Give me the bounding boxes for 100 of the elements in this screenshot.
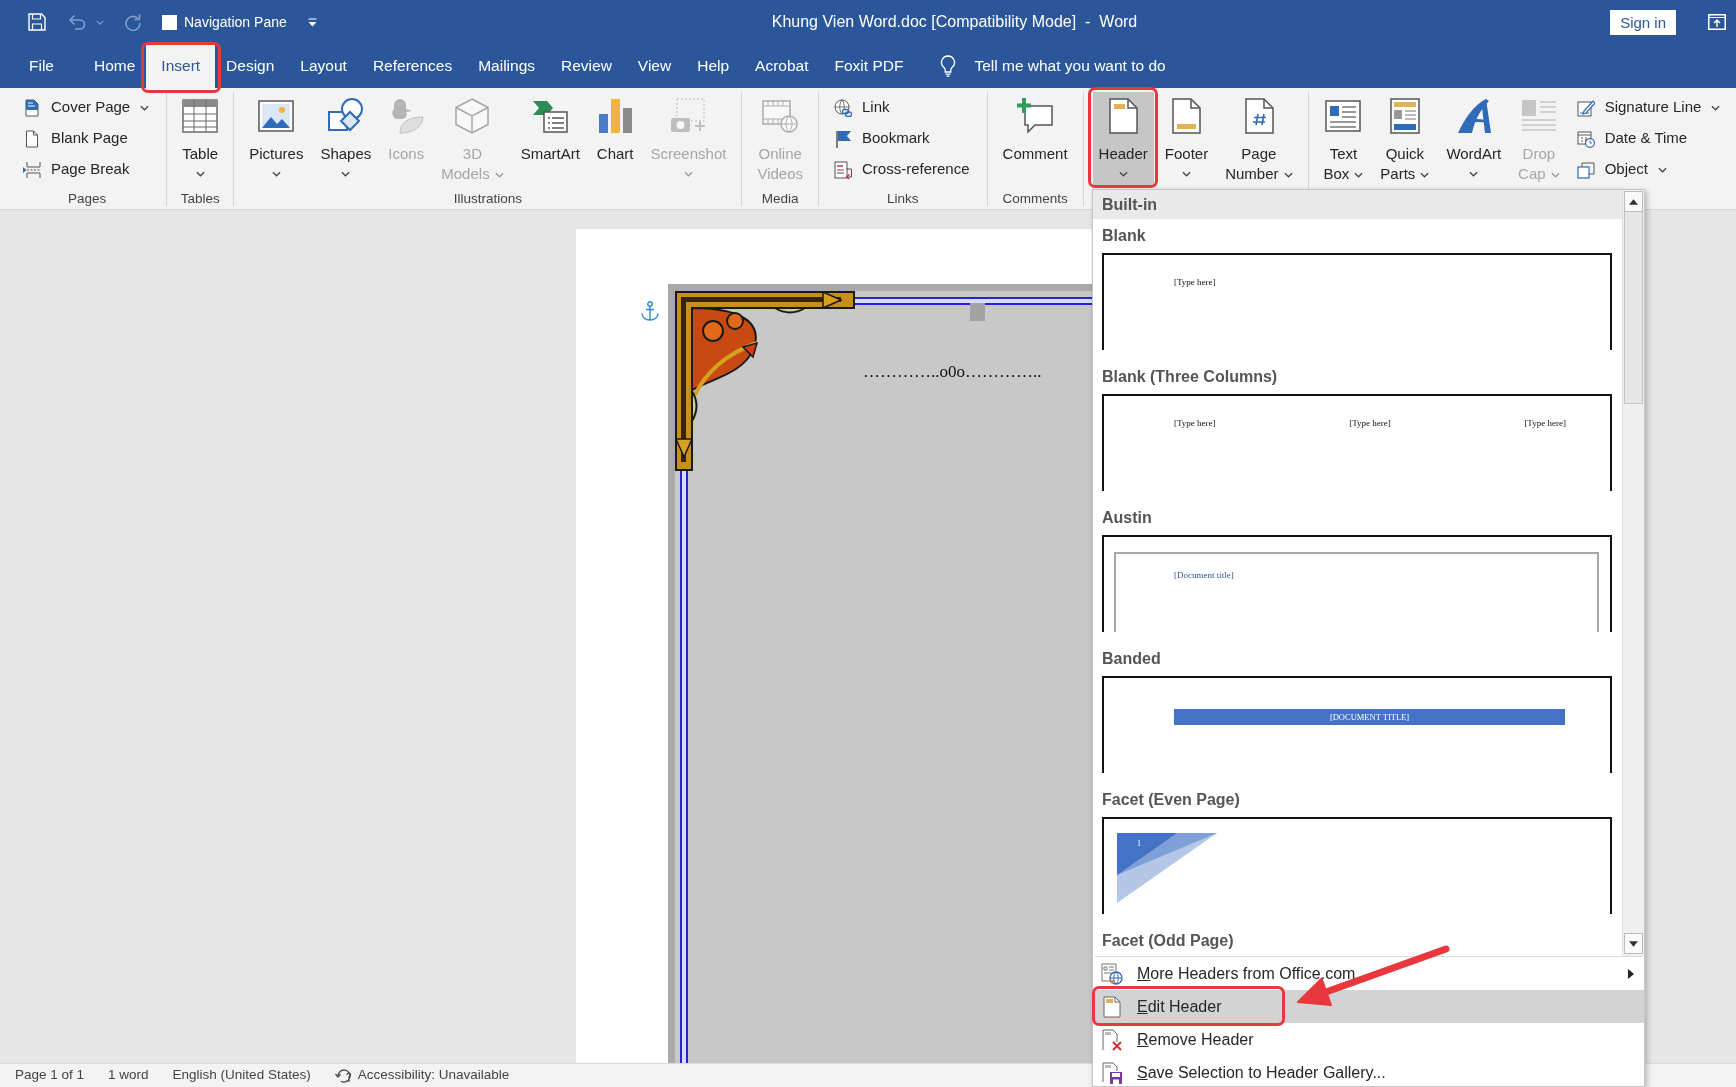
checkbox[interactable]: [162, 14, 177, 30]
placeholder-text: [Type here]: [1524, 418, 1566, 429]
group-label: Pages: [66, 190, 108, 208]
header-preview[interactable]: [Type here]: [1102, 253, 1612, 350]
ribbon-tab[interactable]: File: [24, 44, 59, 88]
status-text: Accessibility: Unavailable: [357, 1066, 510, 1085]
ribbon-button[interactable]: Link: [828, 92, 978, 123]
down-arrow-icon: [1629, 940, 1638, 947]
pen-icon: [1576, 98, 1595, 117]
accessibility-icon: [334, 1067, 353, 1084]
caret-icon[interactable]: [96, 19, 104, 25]
bar-chart-icon: [597, 98, 634, 134]
ribbon-button[interactable]: Bookmark: [828, 123, 978, 154]
ribbon-button[interactable]: Cover Page: [17, 92, 158, 123]
ribbon-button[interactable]: Signature Line: [1570, 92, 1729, 123]
anchor-icon: [641, 301, 659, 321]
group-label: Illustrations: [452, 190, 523, 208]
customize-icon[interactable]: [307, 17, 317, 27]
header-preview[interactable]: [Type here] [Type here] [Type here]: [1102, 394, 1612, 491]
scrollbar[interactable]: [1622, 190, 1644, 956]
ribbon-button[interactable]: Chart: [590, 92, 640, 186]
object-icon: [1576, 160, 1595, 179]
tell-me-field[interactable]: Tell me what you want to do: [974, 44, 1215, 88]
page-globe-icon: [1101, 962, 1123, 985]
status-text: English (United States): [172, 1066, 311, 1085]
ribbon-tab[interactable]: References: [367, 44, 458, 88]
film-globe-icon: [762, 98, 799, 134]
page-number-text: 1: [1137, 839, 1141, 848]
save-icon[interactable]: [28, 13, 46, 31]
gallery-heading: Blank (Three Columns): [1101, 367, 1279, 387]
ribbon-button[interactable]: Pictures: [243, 92, 310, 186]
sign-in-button[interactable]: Sign in: [1610, 9, 1676, 35]
gallery-heading: Facet (Even Page): [1101, 790, 1241, 810]
document-arrow-icon: [834, 160, 852, 179]
ribbon-tab[interactable]: Acrobat: [750, 44, 814, 88]
header-preview[interactable]: [DOCUMENT TITLE]: [1102, 676, 1612, 773]
up-arrow-icon: [1629, 198, 1638, 205]
ribbon-button[interactable]: SmartArt: [514, 92, 586, 186]
picture-icon: [258, 98, 295, 134]
placeholder-text: [Type here]: [1174, 418, 1216, 429]
ribbon-button[interactable]: Date & Time: [1570, 123, 1729, 154]
ribbon-button[interactable]: Shapes: [314, 92, 378, 186]
calendar-clock-icon: [1576, 129, 1595, 148]
ribbon-tab[interactable]: Review: [556, 44, 617, 88]
ribbon-tab[interactable]: Home: [89, 44, 141, 88]
ribbon-button[interactable]: Header: [1092, 92, 1154, 186]
ribbon-display-icon[interactable]: [1708, 14, 1726, 30]
placeholder-text: [Type here]: [1174, 277, 1216, 288]
ribbon-tab[interactable]: Design: [221, 44, 280, 88]
ribbon-button[interactable]: Page Break: [17, 154, 158, 185]
cover-page-icon: [23, 98, 41, 117]
ribbon-button[interactable]: Footer: [1158, 92, 1215, 186]
flag-icon: [834, 129, 852, 148]
ribbon-button[interactable]: Page Number: [1219, 92, 1299, 186]
ribbon-button[interactable]: WordArt: [1440, 92, 1508, 186]
shapes-icon: [327, 98, 364, 134]
page-break-icon: [23, 160, 41, 179]
header-page-icon: [1101, 995, 1123, 1018]
group-label: Comments: [1001, 190, 1069, 208]
marker-icon: [970, 303, 985, 321]
section-header: Built-in: [1093, 190, 1622, 219]
gallery-heading: Austin: [1101, 508, 1153, 528]
page-save-icon: [1101, 1061, 1123, 1084]
ribbon-button[interactable]: Text Box: [1317, 92, 1370, 186]
link-icon: [834, 98, 852, 117]
ribbon-tab[interactable]: Help: [692, 44, 735, 88]
ribbon-button[interactable]: Table: [176, 92, 225, 186]
table-icon: [182, 98, 219, 134]
ribbon-button[interactable]: Blank Page: [17, 123, 158, 154]
scroll-down-button[interactable]: [1624, 933, 1643, 954]
window-title: Khung Vien Word.doc [Compatibility Mode] - Word: [771, 12, 1138, 32]
camera-icon: [670, 98, 707, 134]
status-text: 1 word: [108, 1066, 149, 1085]
blank-page-icon: [23, 129, 41, 148]
title-band: [DOCUMENT TITLE]: [1174, 709, 1565, 725]
status-text: Page 1 of 1: [15, 1066, 85, 1085]
header-preview[interactable]: [Document title]: [1102, 535, 1612, 632]
cube-icon: [454, 98, 491, 134]
ribbon-button[interactable]: Cross-reference: [828, 154, 978, 185]
ribbon-tab[interactable]: Foxit PDF: [829, 44, 909, 88]
ribbon-button[interactable]: Quick Parts: [1374, 92, 1436, 186]
menu-item[interactable]: Remove Header: [1093, 1023, 1644, 1056]
menu-item[interactable]: Save Selection to Header Gallery...: [1093, 1056, 1644, 1086]
ribbon-tab[interactable]: Insert: [146, 44, 216, 88]
menu-item[interactable]: Edit Header: [1093, 990, 1644, 1023]
scroll-up-button[interactable]: [1624, 191, 1643, 212]
ribbon-tab[interactable]: View: [632, 44, 677, 88]
ribbon-button[interactable]: Comment: [996, 92, 1074, 186]
group-label: Media: [760, 190, 800, 208]
lightbulb-icon: [940, 55, 957, 77]
checkbox-label[interactable]: Navigation Pane: [184, 11, 287, 33]
ribbon-tab[interactable]: Layout: [295, 44, 352, 88]
document-text: …………..o0o…………..: [863, 362, 1042, 382]
gallery-heading: Banded: [1101, 649, 1162, 669]
ribbon-tab[interactable]: Mailings: [473, 44, 541, 88]
ribbon-button[interactable]: Object: [1570, 154, 1729, 185]
header-preview[interactable]: 1: [1102, 817, 1612, 914]
group-label: Tables: [179, 190, 221, 208]
scroll-thumb[interactable]: [1624, 212, 1643, 404]
drop-cap-icon: [1520, 98, 1557, 134]
